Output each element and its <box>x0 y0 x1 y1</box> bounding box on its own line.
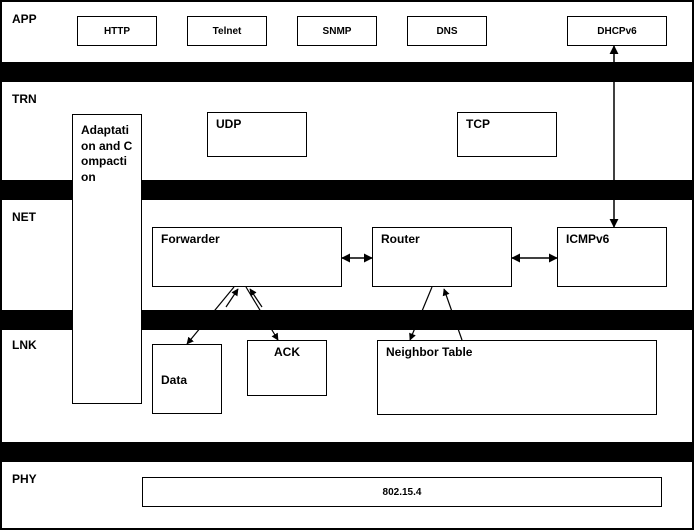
box-udp: UDP <box>207 112 307 157</box>
box-data: Data <box>152 344 222 414</box>
bar-lnk-phy <box>2 442 692 462</box>
box-tcp: TCP <box>457 112 557 157</box>
layer-label-app: APP <box>12 12 37 26</box>
box-router: Router <box>372 227 512 287</box>
box-snmp: SNMP <box>297 16 377 46</box>
box-neighbor: Neighbor Table <box>377 340 657 415</box>
diagram-canvas: APP TRN NET LNK PHY HTTP Telnet SNMP DNS… <box>0 0 694 530</box>
layer-label-phy: PHY <box>12 472 37 486</box>
box-802-15-4: 802.15.4 <box>142 477 662 507</box>
layer-label-net: NET <box>12 210 36 224</box>
box-icmpv6: ICMPv6 <box>557 227 667 287</box>
box-adaptation: Adaptation and Compaction <box>72 114 142 404</box>
box-forwarder: Forwarder <box>152 227 342 287</box>
box-telnet: Telnet <box>187 16 267 46</box>
box-dhcpv6: DHCPv6 <box>567 16 667 46</box>
layer-label-trn: TRN <box>12 92 37 106</box>
box-http: HTTP <box>77 16 157 46</box>
box-dns: DNS <box>407 16 487 46</box>
box-ack: ACK <box>247 340 327 396</box>
layer-label-lnk: LNK <box>12 338 37 352</box>
bar-app-trn <box>2 62 692 82</box>
